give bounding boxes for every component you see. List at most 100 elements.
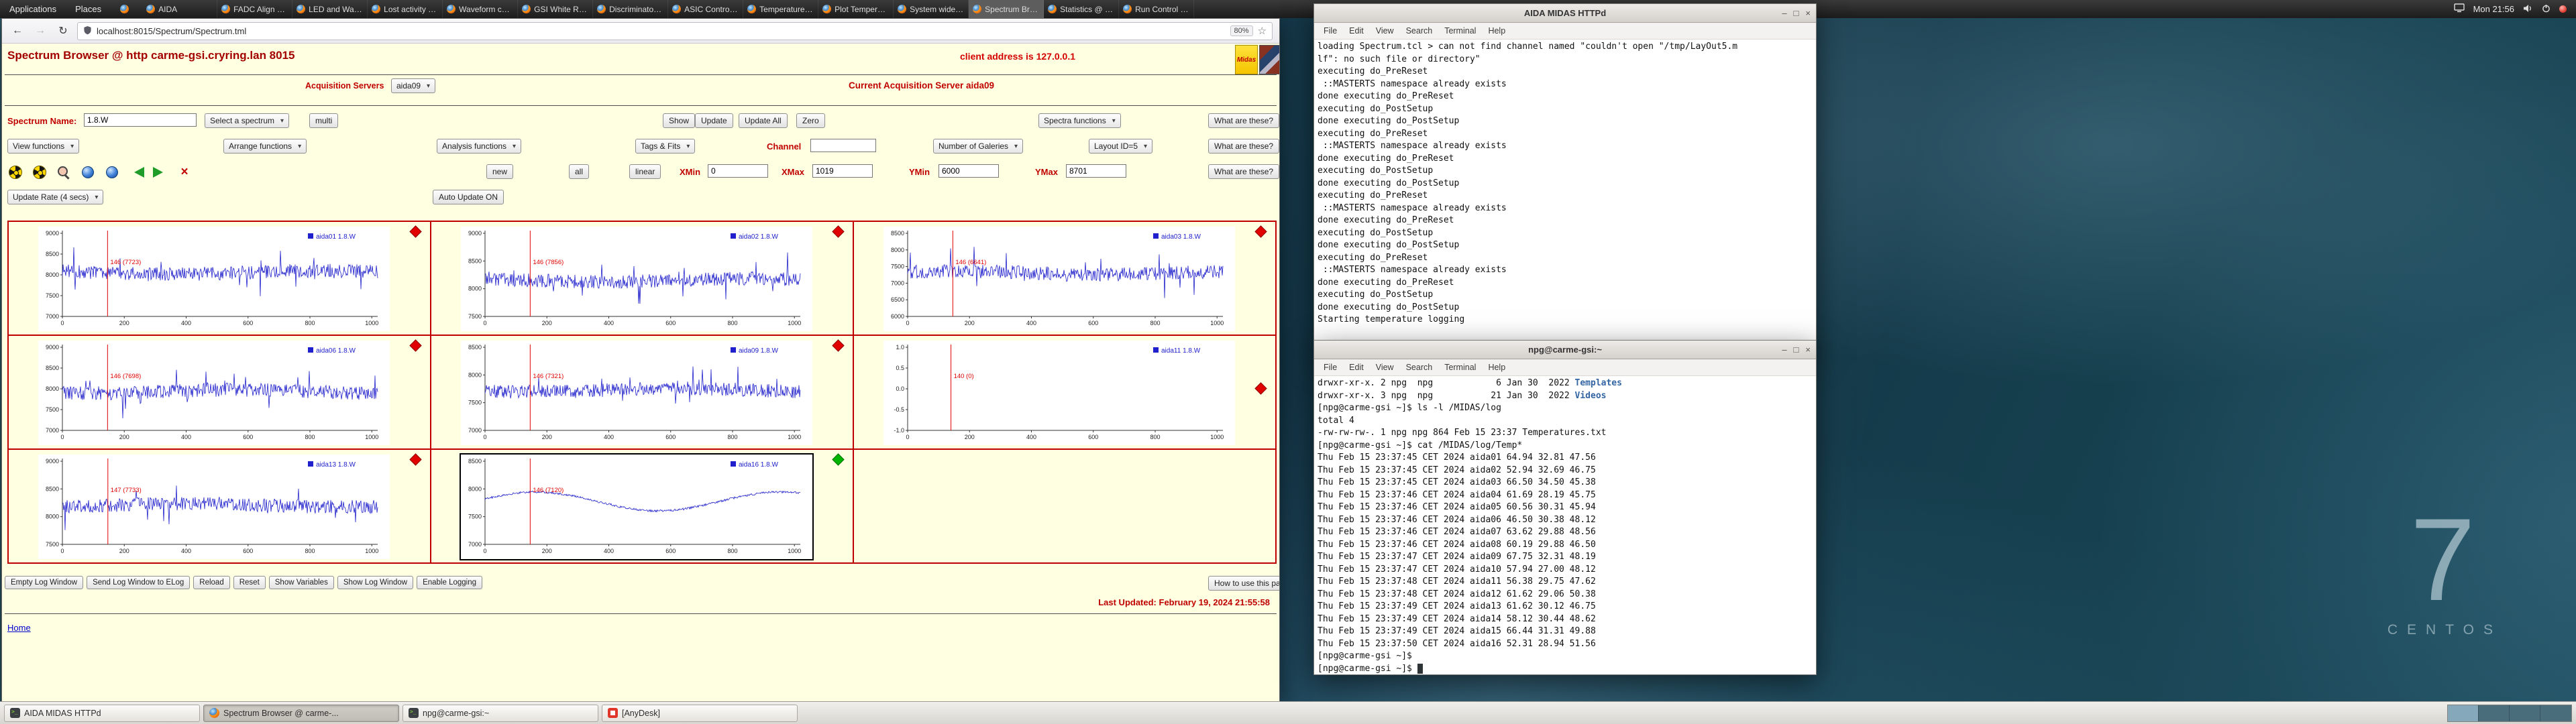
- sphere-icon[interactable]: [104, 164, 120, 180]
- close-x-icon[interactable]: [176, 164, 193, 180]
- show-button[interactable]: Show: [663, 113, 696, 128]
- volume-icon[interactable]: [2523, 4, 2533, 15]
- panel-clock[interactable]: Mon 21:56: [2473, 4, 2514, 14]
- minimize-button[interactable]: –: [1782, 345, 1786, 355]
- x-max-input[interactable]: [812, 164, 873, 178]
- what-are-these-button-2[interactable]: What are these?: [1208, 139, 1279, 154]
- acquisition-server-select[interactable]: aida09: [391, 78, 436, 93]
- y-min-input[interactable]: [938, 164, 999, 178]
- workspace-3[interactable]: [2510, 705, 2540, 721]
- status-diamond-red[interactable]: [1254, 225, 1267, 238]
- status-diamond-red[interactable]: [409, 453, 422, 466]
- terminal-menu-help[interactable]: Help: [1483, 25, 1511, 37]
- radiation-icon[interactable]: [32, 164, 48, 180]
- show-variables-button[interactable]: Show Variables: [268, 576, 334, 589]
- terminal-menu-file[interactable]: File: [1318, 25, 1342, 37]
- update-button[interactable]: Update: [695, 113, 733, 128]
- terminal-menu-view[interactable]: View: [1371, 25, 1399, 37]
- multi-button[interactable]: multi: [309, 113, 339, 128]
- enable-logging-button[interactable]: Enable Logging: [417, 576, 483, 589]
- view-functions-select[interactable]: View functions: [7, 139, 80, 154]
- status-diamond-red[interactable]: [409, 339, 422, 352]
- taskbar-item-spectrum-browser-carme[interactable]: Spectrum Browser @ carme-...: [203, 704, 399, 722]
- panel-window-fadc-align[interactable]: FADC Align &...: [217, 0, 293, 18]
- spectrum-plot-aida09[interactable]: 8500 8000 7500 7000 0 200 400 600 800 1000 146 (73…: [461, 341, 812, 445]
- spectrum-plot-aida13[interactable]: 9000 8500 8000 7500 0 200 400 600 800 1000 147 (77…: [38, 455, 390, 559]
- terminal-menu-search[interactable]: Search: [1401, 25, 1438, 37]
- send-log-window-to-elog-button[interactable]: Send Log Window to ELog: [87, 576, 191, 589]
- panel-window-led-and-wavef[interactable]: LED and Wavef...: [292, 0, 368, 18]
- panel-window-gsi-white-rabb[interactable]: GSI White Rabb...: [518, 0, 594, 18]
- taskbar-item-aida-midas-httpd[interactable]: AIDA MIDAS HTTPd: [4, 704, 200, 722]
- terminal-menu-terminal[interactable]: Terminal: [1439, 361, 1481, 373]
- spectrum-plot-aida02[interactable]: 9000 8500 8000 7500 0 200 400 600 800 1000 146 (78…: [461, 227, 812, 331]
- applications-menu[interactable]: Applications: [0, 0, 66, 18]
- maximize-button[interactable]: □: [1794, 8, 1799, 18]
- panel-window-spectrum-bro[interactable]: Spectrum Bro...: [969, 0, 1044, 18]
- close-button[interactable]: ×: [1805, 345, 1811, 355]
- terminal-menu-file[interactable]: File: [1318, 361, 1342, 373]
- taskbar-item-anydesk[interactable]: [AnyDesk]: [602, 704, 798, 722]
- panel-window-asic-control[interactable]: ASIC Control @...: [668, 0, 744, 18]
- home-link[interactable]: Home: [7, 623, 31, 633]
- reset-button[interactable]: Reset: [233, 576, 266, 589]
- tags-fits-select[interactable]: Tags & Fits: [635, 139, 696, 154]
- url-bar[interactable]: localhost:8015/Spectrum/Spectrum.tml 80%…: [77, 21, 1273, 40]
- update-rate-select[interactable]: Update Rate (4 secs): [7, 190, 104, 204]
- status-diamond-green[interactable]: [832, 453, 845, 466]
- galleries-select[interactable]: Number of Galeries: [933, 139, 1024, 154]
- terminal-menu-edit[interactable]: Edit: [1344, 361, 1369, 373]
- auto-update-button[interactable]: Auto Update ON: [433, 190, 504, 204]
- what-are-these-button-1[interactable]: What are these?: [1208, 113, 1279, 128]
- zoom-icon[interactable]: [56, 164, 72, 180]
- spectrum-name-input[interactable]: [84, 113, 197, 127]
- panel-window-statistics-ca[interactable]: Statistics @ ca...: [1044, 0, 1120, 18]
- terminal-menu-view[interactable]: View: [1371, 361, 1399, 373]
- empty-log-window-button[interactable]: Empty Log Window: [5, 576, 84, 589]
- taskbar-item-npg-carme-gsi[interactable]: npg@carme-gsi:~: [402, 704, 598, 722]
- status-diamond-red[interactable]: [1254, 382, 1267, 395]
- layout-select[interactable]: Layout ID=5: [1089, 139, 1153, 154]
- terminal-menu-edit[interactable]: Edit: [1344, 25, 1369, 37]
- bookmark-star-icon[interactable]: ☆: [1258, 25, 1267, 37]
- sphere-icon[interactable]: [80, 164, 96, 180]
- anydesk-tray-icon[interactable]: [2559, 5, 2567, 13]
- analysis-functions-select[interactable]: Analysis functions: [437, 139, 522, 154]
- spectra-functions-select[interactable]: Spectra functions: [1038, 113, 1121, 128]
- update-all-button[interactable]: Update All: [739, 113, 788, 128]
- terminal-titlebar[interactable]: AIDA MIDAS HTTPd – □ ×: [1314, 4, 1816, 23]
- arrange-functions-select[interactable]: Arrange functions: [223, 139, 307, 154]
- workspace-1[interactable]: [2448, 705, 2479, 721]
- terminal-menu-search[interactable]: Search: [1401, 361, 1438, 373]
- spectrum-plot-aida16[interactable]: 8500 8000 7500 7000 0 200 400 600 800 1000 146 (71…: [461, 455, 812, 559]
- linear-button[interactable]: linear: [629, 164, 661, 179]
- close-button[interactable]: ×: [1805, 8, 1811, 18]
- how-to-use-button[interactable]: How to use this page: [1208, 576, 1279, 591]
- spectrum-plot-aida11[interactable]: 1.0 0.5 0.0 -0.5 -1.0 0 200 400 600 800 1000 140 (0…: [883, 341, 1235, 445]
- spectrum-plot-aida01[interactable]: 9000 8500 8000 7500 7000 0 200 400 600 800 1000 146…: [38, 227, 390, 331]
- reload-button[interactable]: ↻: [54, 22, 72, 40]
- select-spectrum-select[interactable]: Select a spectrum: [205, 113, 290, 128]
- status-diamond-red[interactable]: [832, 339, 845, 352]
- panel-window-plot-temperatu[interactable]: Plot Temperatu...: [818, 0, 894, 18]
- arrow-right-icon[interactable]: [152, 164, 168, 180]
- panel-window-lost-activity-m[interactable]: Lost activity m...: [368, 0, 443, 18]
- panel-window-system-wide-co[interactable]: System wide Co...: [894, 0, 969, 18]
- firefox-launcher[interactable]: [111, 0, 138, 18]
- x-min-input[interactable]: [708, 164, 768, 178]
- y-max-input[interactable]: [1066, 164, 1126, 178]
- show-log-window-button[interactable]: Show Log Window: [337, 576, 414, 589]
- places-menu[interactable]: Places: [66, 0, 111, 18]
- spectrum-plot-aida03[interactable]: 8500 8000 7500 7000 6500 6000 0 200 400 600 800 100…: [883, 227, 1235, 331]
- terminal-titlebar[interactable]: npg@carme-gsi:~ – □ ×: [1314, 341, 1816, 359]
- terminal-output[interactable]: drwxr-xr-x. 2 npg npg 6 Jan 30 2022 Temp…: [1314, 376, 1816, 674]
- minimize-button[interactable]: –: [1782, 8, 1786, 18]
- all-button[interactable]: all: [569, 164, 590, 179]
- back-button[interactable]: ←: [9, 22, 26, 40]
- status-diamond-red[interactable]: [409, 225, 422, 238]
- terminal-menu-help[interactable]: Help: [1483, 361, 1511, 373]
- new-button[interactable]: new: [486, 164, 514, 179]
- radiation-icon[interactable]: [7, 164, 23, 180]
- workspace-2[interactable]: [2479, 705, 2510, 721]
- channel-input[interactable]: [810, 139, 876, 152]
